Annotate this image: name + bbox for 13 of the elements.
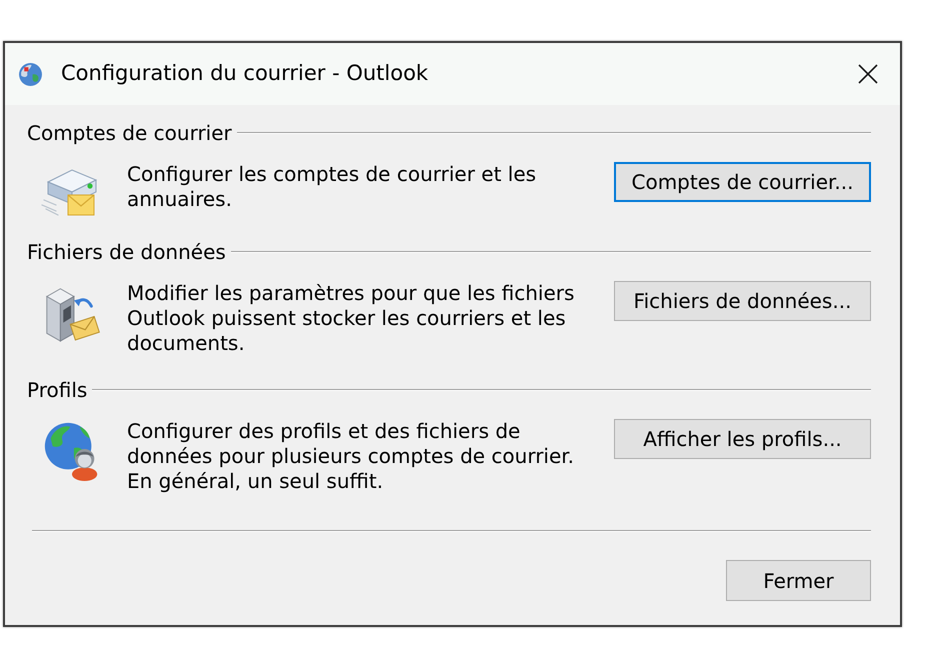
section-description: Configurer des profils et des fichiers de données pour plusieurs comptes de courrier. En général, un seul suffit. (127, 419, 576, 494)
close-dialog-button[interactable]: Fermer (726, 560, 871, 601)
close-icon (858, 64, 878, 84)
section-heading: Comptes de courrier (27, 120, 232, 147)
email-accounts-button[interactable]: Comptes de courrier... (614, 162, 871, 202)
section-heading: Fichiers de données (27, 239, 226, 266)
section-description: Modifier les paramètres pour que les fichiers Outlook puissent stocker les courriers et les documents. (127, 281, 576, 356)
globe-icon (18, 62, 43, 86)
section-description: Configurer les comptes de courrier et les annuaires. (127, 162, 538, 212)
section-heading: Profils (27, 377, 88, 404)
data-files-button[interactable]: Fichiers de données... (614, 281, 871, 321)
window-title: Configuration du courrier - Outlook (61, 60, 428, 88)
show-profiles-button[interactable]: Afficher les profils... (614, 419, 871, 459)
